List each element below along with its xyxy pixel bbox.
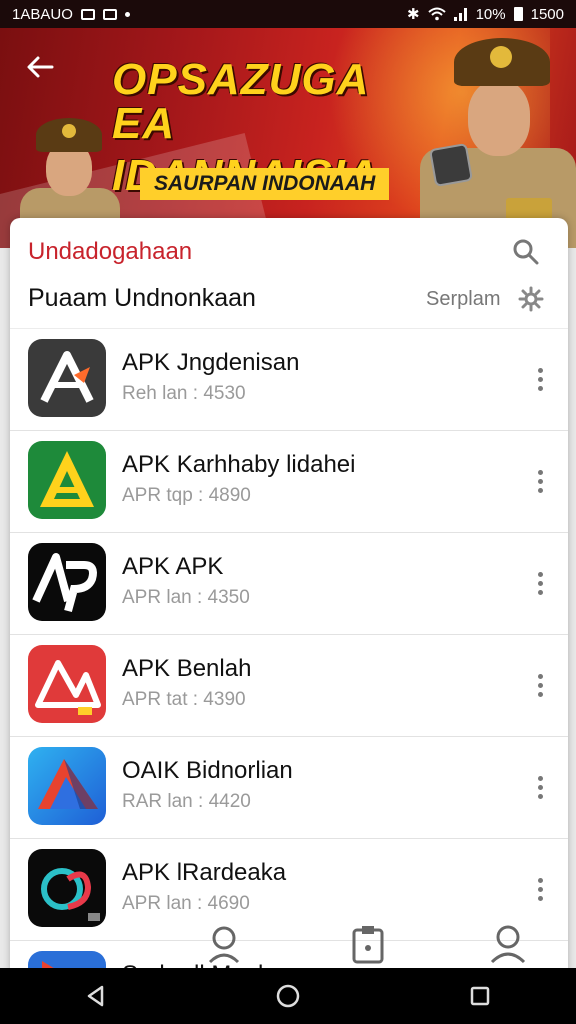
app-name: APK Karhhaby lidahei [122,451,356,478]
status-bar: 1ABAUO ✱ 10% 1500 [0,0,576,28]
a-red-icon [28,645,106,723]
nav-home-button[interactable] [268,976,308,1016]
explore-icon [208,926,240,964]
wifi-icon [427,7,446,21]
gear-icon [518,286,544,312]
app-meta: APR lan : 4350 [122,587,250,608]
a-green-yellow-icon [28,441,106,519]
system-navigation-bar [0,968,576,1024]
clipboard-icon [352,926,384,964]
tab-explore[interactable] [202,922,246,966]
sort-label[interactable]: Serplam [426,288,500,311]
search-button[interactable] [512,238,540,266]
status-left: 1ABAUO [12,6,130,23]
list-item[interactable]: OAIK Bidnorlian RAR lan : 4420 [10,736,568,838]
message-notification-icon [102,8,117,20]
app-name: APK lRardeaka [122,859,287,886]
app-meta: APR lan : 4690 [122,893,250,914]
list-item[interactable]: APK Jngdenisan Reh lan : 4530 [10,328,568,430]
tab-profile[interactable] [486,922,530,966]
more-options-button[interactable] [526,461,554,501]
more-options-button[interactable] [526,563,554,603]
notification-dot-icon [124,11,130,17]
bluetooth-icon: ✱ [407,6,420,23]
back-button[interactable] [20,52,60,88]
list-item[interactable]: APK Benlah APR tat : 4390 [10,634,568,736]
list-item[interactable]: APK Karhhaby lidahei APR tqp : 4890 [10,430,568,532]
status-time: 1500 [530,5,564,23]
status-left-text: 1ABAUO [12,5,73,23]
triangle-back-icon [87,985,104,1007]
circle-home-icon [276,984,300,1008]
app-name: APK Jngdenisan [122,349,300,376]
app-name: APK APK [122,553,224,580]
battery-icon [513,7,523,21]
signal-icon [453,8,467,21]
profile-icon [490,925,526,964]
tab-downloads[interactable] [346,922,390,966]
battery-percent: 10% [475,5,506,23]
status-right: ✱ 10% 1500 [407,5,564,24]
back-arrow-icon [27,56,54,78]
more-options-button[interactable] [526,767,554,807]
search-icon [513,239,539,265]
app-meta: Reh lan : 4530 [122,383,246,404]
promo-banner[interactable]: OPSAZUGA EA IDANNAISIA SAURPAN INDONAAH [0,28,576,248]
more-options-button[interactable] [526,869,554,909]
section-title: Puaam Undnonkaan [28,284,256,312]
a-arrow-dark-icon [28,339,106,417]
banner-title-line1: OPSAZUGA EA [112,55,368,148]
app-list: APK Jngdenisan Reh lan : 4530 APK Karhha… [10,328,568,978]
app-name: APK Benlah [122,655,252,682]
more-options-button[interactable] [526,665,554,705]
app-meta: APR tat : 4390 [122,689,246,710]
image-notification-icon [80,8,95,20]
phone-illustration [428,142,474,188]
nav-back-button[interactable] [76,976,116,1016]
a-blue-icon [28,747,106,825]
app-name: OAIK Bidnorlian [122,757,293,784]
nav-recents-button[interactable] [460,976,500,1016]
officer-right-illustration [410,28,576,248]
heart-loop-icon [28,849,106,927]
app-meta: RAR lan : 4420 [122,791,251,812]
apk-list-card: Undadogahaan Puaam Undnonkaan Serplam AP… [10,218,568,978]
banner-subtitle: SAURPAN INDONAAH [140,168,390,200]
app-meta: APR tqp : 4890 [122,485,251,506]
filter-button[interactable] [518,286,544,312]
square-recents-icon [470,986,490,1006]
list-item[interactable]: APK APK APR lan : 4350 [10,532,568,634]
card-title: Undadogahaan [28,238,193,265]
more-options-button[interactable] [526,359,554,399]
apk-black-icon [28,543,106,621]
